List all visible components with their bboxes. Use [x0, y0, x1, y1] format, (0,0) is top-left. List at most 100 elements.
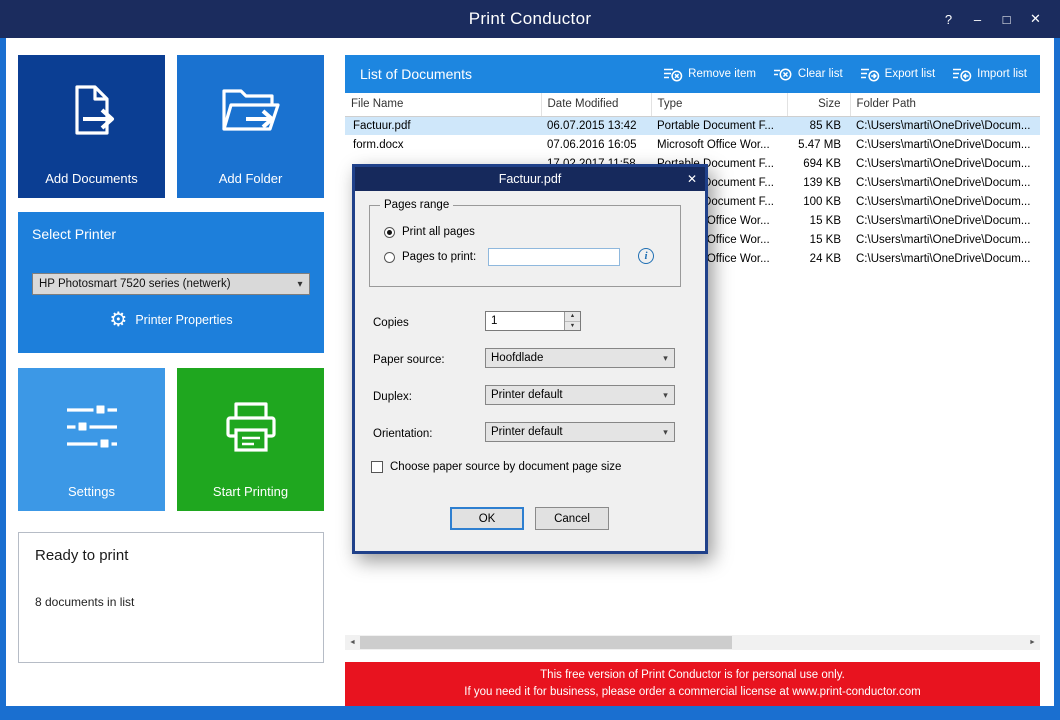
- scroll-left-button[interactable]: ◄: [345, 635, 360, 650]
- cell-size: 24 KB: [809, 252, 841, 265]
- table-row[interactable]: form.docx 07.06.2016 16:05 Microsoft Offic…: [345, 135, 1040, 154]
- add-folder-label: Add Folder: [218, 171, 283, 186]
- horizontal-scrollbar[interactable]: ◄ ►: [345, 635, 1040, 650]
- orientation-select[interactable]: Printer default ▾: [485, 422, 675, 442]
- cell-size: 15 KB: [809, 233, 841, 246]
- copies-value: 1: [491, 315, 498, 327]
- chevron-down-icon: ▾: [663, 352, 668, 363]
- pages-range-legend: Pages range: [380, 199, 454, 211]
- document-settings-dialog: Factuur.pdf ✕ Pages range Print all page…: [352, 164, 708, 554]
- radio-selected-icon: [384, 226, 395, 238]
- settings-label: Settings: [68, 484, 115, 499]
- column-header-folder-path[interactable]: Folder Path: [850, 93, 1040, 117]
- import-list-button[interactable]: Import list: [952, 67, 1027, 82]
- clear-list-button[interactable]: Clear list: [773, 67, 843, 82]
- copies-stepper[interactable]: 1 ▲ ▼: [485, 311, 581, 331]
- add-documents-button[interactable]: Add Documents: [18, 55, 165, 198]
- help-button[interactable]: ?: [934, 12, 963, 27]
- paper-source-value: Hoofdlade: [491, 352, 544, 364]
- column-header-file-name[interactable]: File Name: [345, 93, 542, 117]
- cell-size: 5.47 MB: [798, 138, 841, 151]
- cell-type: Microsoft Office Wor...: [657, 138, 770, 151]
- license-banner: This free version of Print Conductor is …: [345, 662, 1040, 706]
- checkbox-label: Choose paper source by document page siz…: [390, 461, 622, 473]
- remove-item-label: Remove item: [688, 68, 756, 80]
- stepper-down-icon[interactable]: ▼: [565, 321, 580, 330]
- export-list-icon: [860, 68, 879, 81]
- list-title: List of Documents: [360, 66, 473, 82]
- export-list-button[interactable]: Export list: [860, 67, 936, 82]
- printer-icon: [225, 402, 276, 452]
- orientation-value: Printer default: [491, 426, 563, 438]
- add-documents-label: Add Documents: [45, 171, 138, 186]
- import-list-icon: [953, 68, 972, 81]
- cell-path: C:\Users\marti\OneDrive\Docum...: [856, 214, 1031, 227]
- export-list-label: Export list: [884, 68, 936, 80]
- close-button[interactable]: ✕: [1021, 11, 1050, 27]
- ok-button[interactable]: OK: [450, 507, 524, 530]
- chevron-down-icon: ▾: [663, 389, 668, 400]
- dialog-title: Factuur.pdf: [498, 172, 562, 186]
- column-header-type[interactable]: Type: [651, 93, 788, 117]
- cell-path: C:\Users\marti\OneDrive\Docum...: [856, 195, 1031, 208]
- document-count: 8 documents in list: [35, 595, 135, 609]
- checkbox-icon: [371, 461, 383, 473]
- clear-list-label: Clear list: [797, 68, 843, 80]
- print-all-pages-label: Print all pages: [402, 226, 475, 238]
- printer-select[interactable]: HP Photosmart 7520 series (netwerk) ▾: [32, 273, 310, 295]
- dialog-body: Pages range Print all pages Pages to pri…: [355, 191, 705, 551]
- pages-to-print-input[interactable]: [488, 248, 620, 266]
- table-row[interactable]: Factuur.pdf 06.07.2015 13:42 Portable Docu…: [345, 116, 1040, 135]
- maximize-button[interactable]: □: [992, 12, 1021, 27]
- print-all-pages-radio[interactable]: Print all pages: [384, 226, 475, 238]
- minimize-button[interactable]: –: [963, 12, 992, 27]
- orientation-label: Orientation:: [373, 428, 433, 440]
- add-folder-button[interactable]: Add Folder: [177, 55, 324, 198]
- cell-file: form.docx: [353, 138, 404, 151]
- radio-unselected-icon: [384, 251, 395, 263]
- titlebar: Print Conductor ? – □ ✕: [0, 0, 1060, 38]
- duplex-value: Printer default: [491, 389, 563, 401]
- stepper-up-icon[interactable]: ▲: [565, 312, 580, 322]
- duplex-label: Duplex:: [373, 391, 412, 403]
- cell-path: C:\Users\marti\OneDrive\Docum...: [856, 252, 1031, 265]
- dialog-titlebar: Factuur.pdf ✕: [355, 167, 705, 191]
- column-header-date-modified[interactable]: Date Modified: [541, 93, 652, 117]
- copies-label: Copies: [373, 317, 409, 329]
- cell-size: 139 KB: [803, 176, 841, 189]
- stepper-buttons: ▲ ▼: [564, 312, 580, 330]
- cancel-button[interactable]: Cancel: [535, 507, 609, 530]
- printer-select-value: HP Photosmart 7520 series (netwerk): [39, 278, 231, 290]
- cell-path: C:\Users\marti\OneDrive\Docum...: [856, 176, 1031, 189]
- paper-source-by-page-size-checkbox[interactable]: Choose paper source by document page siz…: [371, 461, 621, 473]
- scroll-right-button[interactable]: ►: [1025, 635, 1040, 650]
- status-text: Ready to print: [35, 547, 129, 564]
- dialog-close-button[interactable]: ✕: [687, 167, 697, 191]
- cell-date: 07.06.2016 16:05: [547, 138, 637, 151]
- pages-range-group: Pages range Print all pages Pages to pri…: [369, 199, 681, 287]
- scrollbar-thumb[interactable]: [360, 636, 732, 649]
- select-printer-label: Select Printer: [32, 226, 117, 242]
- printer-properties-button[interactable]: ⚙ Printer Properties: [18, 310, 324, 330]
- cell-path: C:\Users\marti\OneDrive\Docum...: [856, 157, 1031, 170]
- column-header-size[interactable]: Size: [787, 93, 851, 117]
- remove-item-button[interactable]: Remove item: [663, 67, 756, 82]
- cell-date: 06.07.2015 13:42: [547, 119, 637, 132]
- settings-button[interactable]: Settings: [18, 368, 165, 511]
- add-document-icon: [74, 85, 114, 135]
- select-printer-panel: Select Printer HP Photosmart 7520 series…: [18, 212, 324, 353]
- duplex-select[interactable]: Printer default ▾: [485, 385, 675, 405]
- pages-to-print-radio[interactable]: Pages to print:: [384, 251, 476, 263]
- list-actions: Remove item Clear list Export list Impor…: [663, 67, 1027, 82]
- chevron-down-icon: ▾: [297, 278, 303, 290]
- paper-source-select[interactable]: Hoofdlade ▾: [485, 348, 675, 368]
- banner-line-2: If you need it for business, please orde…: [464, 686, 921, 698]
- window-controls: ? – □ ✕: [934, 0, 1050, 38]
- cell-file: Factuur.pdf: [353, 119, 411, 132]
- import-list-label: Import list: [977, 68, 1027, 80]
- cell-size: 100 KB: [803, 195, 841, 208]
- info-icon[interactable]: i: [638, 248, 654, 264]
- gear-icon: ⚙: [109, 309, 128, 331]
- start-printing-button[interactable]: Start Printing: [177, 368, 324, 511]
- cell-type: Portable Document F...: [657, 119, 774, 132]
